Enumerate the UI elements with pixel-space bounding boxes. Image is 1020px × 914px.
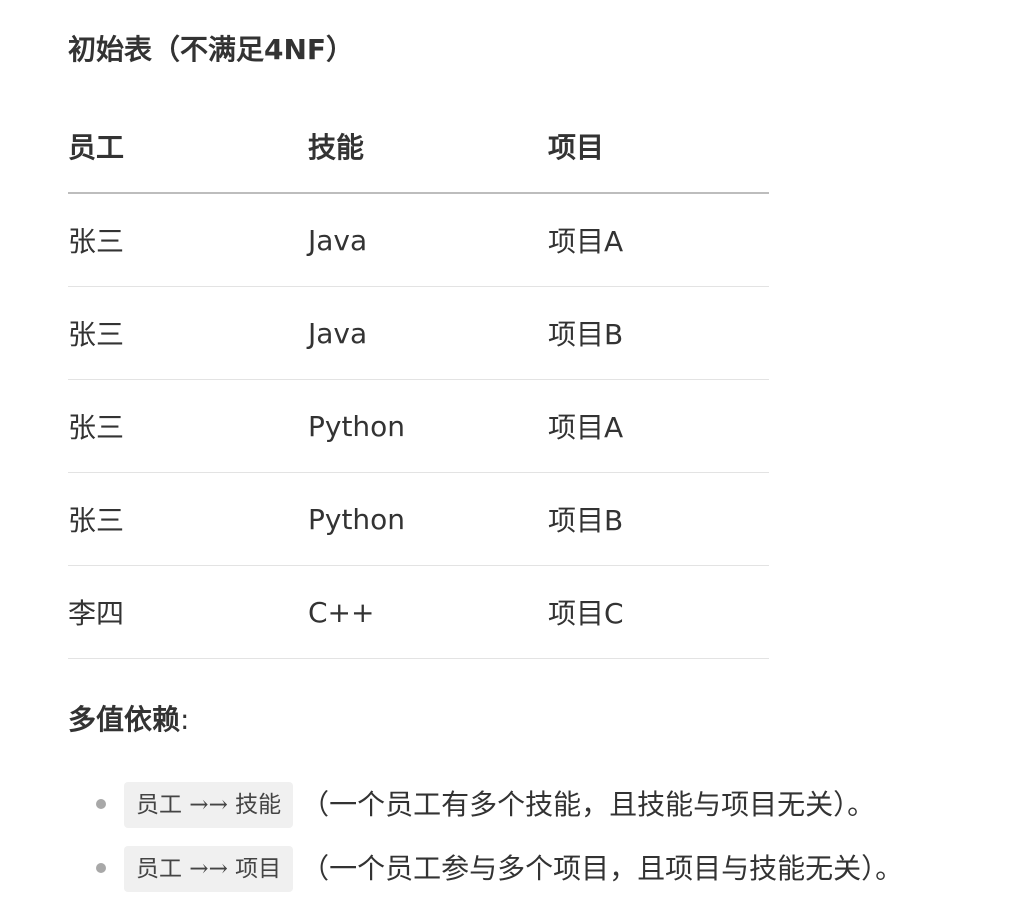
cell-skill: Python bbox=[308, 379, 548, 473]
bullet-icon bbox=[96, 799, 106, 809]
table-row: 李四 C++ 项目C bbox=[68, 565, 769, 659]
list-item: 员工 →→ 项目 （一个员工参与多个项目，且项目与技能无关）。 bbox=[68, 842, 903, 894]
mvd-colon: : bbox=[180, 703, 190, 736]
bullet-icon bbox=[96, 863, 106, 873]
cell-skill: Java bbox=[308, 193, 548, 287]
table-row: 张三 Java 项目A bbox=[68, 193, 769, 287]
cell-employee: 张三 bbox=[68, 286, 308, 380]
cell-employee: 李四 bbox=[68, 565, 308, 659]
table-row: 张三 Python 项目A bbox=[68, 379, 769, 473]
cell-skill: Java bbox=[308, 286, 548, 380]
cell-employee: 张三 bbox=[68, 472, 308, 566]
header-project: 项目 bbox=[548, 100, 769, 194]
dependency-description: （一个员工有多个技能，且技能与项目无关）。 bbox=[301, 788, 876, 821]
cell-project: 项目B bbox=[548, 472, 769, 566]
header-skill: 技能 bbox=[308, 100, 548, 194]
section-title: 初始表（不满足4NF） bbox=[68, 33, 355, 66]
cell-skill: C++ bbox=[308, 565, 548, 659]
cell-employee: 张三 bbox=[68, 379, 308, 473]
table-row: 张三 Python 项目B bbox=[68, 472, 769, 566]
table-row: 张三 Java 项目B bbox=[68, 286, 769, 380]
cell-skill: Python bbox=[308, 472, 548, 566]
cell-employee: 张三 bbox=[68, 193, 308, 287]
dependency-description: （一个员工参与多个项目，且项目与技能无关）。 bbox=[301, 852, 904, 885]
dependency-list: 员工 →→ 技能 （一个员工有多个技能，且技能与项目无关）。 员工 →→ 项目 （一… bbox=[68, 778, 903, 906]
list-item: 员工 →→ 技能 （一个员工有多个技能，且技能与项目无关）。 bbox=[68, 778, 903, 830]
cell-project: 项目B bbox=[548, 286, 769, 380]
employee-skill-project-table: 员工 技能 项目 张三 Java 项目A 张三 Java 项目B 张三 Pyth… bbox=[68, 100, 769, 659]
cell-project: 项目C bbox=[548, 565, 769, 659]
cell-project: 项目A bbox=[548, 379, 769, 473]
mvd-heading: 多值依赖: bbox=[68, 698, 189, 738]
cell-project: 项目A bbox=[548, 193, 769, 287]
table-header-row: 员工 技能 项目 bbox=[68, 100, 769, 194]
header-employee: 员工 bbox=[68, 100, 308, 194]
inline-code: 员工 →→ 技能 bbox=[124, 782, 294, 828]
mvd-label: 多值依赖 bbox=[68, 703, 181, 736]
inline-code: 员工 →→ 项目 bbox=[124, 846, 294, 892]
